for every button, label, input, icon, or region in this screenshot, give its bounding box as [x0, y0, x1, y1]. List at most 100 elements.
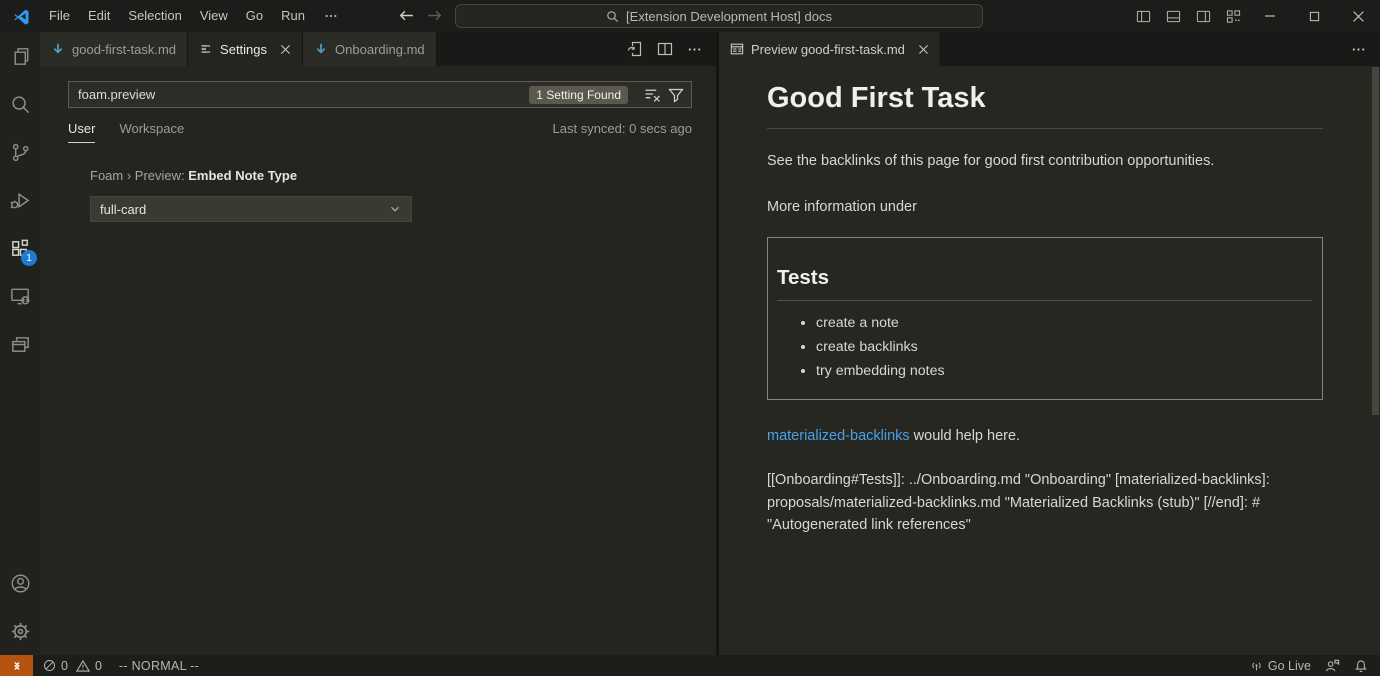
- remote-explorer-icon[interactable]: [0, 272, 40, 320]
- run-and-debug-icon[interactable]: [0, 176, 40, 224]
- embedded-note-card: Tests create a note create backlinks try…: [767, 237, 1323, 400]
- error-count: 0: [61, 659, 68, 673]
- broadcast-icon: [1250, 659, 1263, 672]
- remote-indicator[interactable]: [0, 655, 33, 676]
- customize-layout-icon[interactable]: [1218, 0, 1248, 32]
- more-actions-ellipsis-icon[interactable]: [1351, 42, 1366, 57]
- list-item: create backlinks: [816, 339, 1312, 355]
- markdown-file-icon: [314, 42, 328, 56]
- open-settings-json-icon[interactable]: [627, 41, 643, 57]
- settings-gear-icon[interactable]: [0, 607, 40, 655]
- go-live-button[interactable]: Go Live: [1250, 659, 1311, 673]
- preview-more-info-paragraph: More information under: [767, 197, 1323, 219]
- embed-note-type-dropdown[interactable]: full-card: [90, 196, 412, 222]
- vscode-window: File Edit Selection View Go Run [Extensi…: [0, 0, 1380, 676]
- preview-scrollbar-thumb[interactable]: [1372, 67, 1379, 415]
- chevron-down-icon: [388, 202, 402, 216]
- errors-icon: [43, 659, 56, 672]
- markdown-preview-pane: Good First Task See the backlinks of thi…: [719, 66, 1380, 655]
- workbench: 1 good-first-task: [0, 32, 1380, 655]
- toggle-panel-icon[interactable]: [1158, 0, 1188, 32]
- menu-run[interactable]: Run: [272, 0, 314, 32]
- last-synced-label: Last synced: 0 secs ago: [553, 121, 692, 136]
- warning-count: 0: [95, 659, 102, 673]
- settings-editor: foam.preview 1 Setting Found User Worksp…: [40, 66, 716, 655]
- minimize-button[interactable]: [1248, 0, 1292, 32]
- warnings-icon: [76, 659, 90, 673]
- editor-group-right: Preview good-first-task.md Good First Ta…: [719, 32, 1380, 655]
- close-tab-icon[interactable]: [918, 44, 929, 55]
- markdown-file-icon: [51, 42, 65, 56]
- tab-label: good-first-task.md: [72, 42, 176, 57]
- editor-actions-right: [1351, 32, 1380, 66]
- split-editor-icon[interactable]: [657, 41, 673, 57]
- menu-go[interactable]: Go: [237, 0, 272, 32]
- navigate-back-icon[interactable]: [398, 7, 415, 24]
- list-item: try embedding notes: [816, 363, 1312, 379]
- menu-selection[interactable]: Selection: [119, 0, 190, 32]
- accounts-icon[interactable]: [0, 559, 40, 607]
- markdown-preview-icon: [730, 42, 744, 56]
- editor-windows-icon[interactable]: [0, 320, 40, 368]
- explorer-icon[interactable]: [0, 32, 40, 80]
- backlink-paragraph: materialized-backlinks would help here.: [767, 426, 1323, 448]
- backlink-tail-text: would help here.: [910, 428, 1020, 444]
- navigate-forward-icon[interactable]: [426, 7, 443, 24]
- status-bar: 0 0 -- NORMAL -- Go Live: [0, 655, 1380, 676]
- tab-good-first-task[interactable]: good-first-task.md: [40, 32, 188, 66]
- notifications-bell-icon[interactable]: [1354, 659, 1368, 673]
- settings-search-input[interactable]: foam.preview 1 Setting Found: [68, 81, 692, 108]
- toggle-secondary-sidebar-icon[interactable]: [1188, 0, 1218, 32]
- settings-editor-icon: [199, 42, 213, 56]
- editor-group-left: good-first-task.md Settings Onboarding.: [40, 32, 716, 655]
- vscode-logo-icon: [13, 8, 30, 25]
- setting-category: Foam › Preview:: [90, 168, 188, 183]
- preview-heading: Good First Task: [767, 82, 1323, 129]
- search-sidebar-icon[interactable]: [0, 80, 40, 128]
- tab-bar-left: good-first-task.md Settings Onboarding.: [40, 32, 716, 66]
- more-actions-ellipsis-icon[interactable]: [687, 42, 702, 57]
- menu-file[interactable]: File: [40, 0, 79, 32]
- extensions-badge: 1: [21, 250, 37, 266]
- scope-tab-user[interactable]: User: [68, 121, 95, 136]
- tab-onboarding[interactable]: Onboarding.md: [303, 32, 437, 66]
- source-control-icon[interactable]: [0, 128, 40, 176]
- vim-mode-indicator[interactable]: -- NORMAL --: [119, 659, 199, 673]
- editor-actions-left: [627, 32, 716, 66]
- problems-status[interactable]: 0 0: [43, 659, 105, 673]
- link-references-paragraph: [[Onboarding#Tests]]: ../Onboarding.md "…: [767, 469, 1323, 536]
- list-item: create a note: [816, 315, 1312, 331]
- command-center-title: [Extension Development Host] docs: [626, 9, 832, 24]
- activity-bar-spacer: [0, 368, 40, 559]
- tab-bar-right: Preview good-first-task.md: [719, 32, 1380, 66]
- title-bar: File Edit Selection View Go Run [Extensi…: [0, 0, 1380, 32]
- feedback-icon[interactable]: [1325, 658, 1340, 673]
- maximize-button[interactable]: [1292, 0, 1336, 32]
- setting-item-embed-note-type: Foam › Preview: Embed Note Type full-car…: [90, 168, 692, 222]
- command-center-search[interactable]: [Extension Development Host] docs: [455, 4, 983, 28]
- preview-intro-paragraph: See the backlinks of this page for good …: [767, 151, 1323, 173]
- tab-settings[interactable]: Settings: [188, 32, 303, 66]
- activity-bar: 1: [0, 32, 40, 655]
- clear-settings-search-icon[interactable]: [644, 86, 661, 103]
- embedded-note-title: Tests: [777, 266, 1312, 301]
- extensions-icon[interactable]: 1: [0, 224, 40, 272]
- menu-overflow-ellipsis-icon[interactable]: [314, 0, 348, 32]
- search-icon: [606, 10, 619, 23]
- settings-results-badge: 1 Setting Found: [529, 86, 628, 104]
- tab-label: Preview good-first-task.md: [751, 42, 905, 57]
- filter-settings-icon[interactable]: [668, 87, 684, 103]
- window-controls: [1128, 0, 1380, 32]
- close-window-button[interactable]: [1336, 0, 1380, 32]
- setting-title: Foam › Preview: Embed Note Type: [90, 168, 692, 183]
- scope-tab-workspace[interactable]: Workspace: [119, 121, 184, 136]
- menu-edit[interactable]: Edit: [79, 0, 119, 32]
- tab-preview-good-first-task[interactable]: Preview good-first-task.md: [719, 32, 941, 66]
- toggle-primary-sidebar-icon[interactable]: [1128, 0, 1158, 32]
- dropdown-selected-value: full-card: [100, 202, 146, 217]
- close-tab-icon[interactable]: [280, 44, 291, 55]
- go-live-label: Go Live: [1268, 659, 1311, 673]
- menu-view[interactable]: View: [191, 0, 237, 32]
- settings-scope-row: User Workspace Last synced: 0 secs ago: [68, 121, 692, 136]
- materialized-backlinks-link[interactable]: materialized-backlinks: [767, 428, 910, 444]
